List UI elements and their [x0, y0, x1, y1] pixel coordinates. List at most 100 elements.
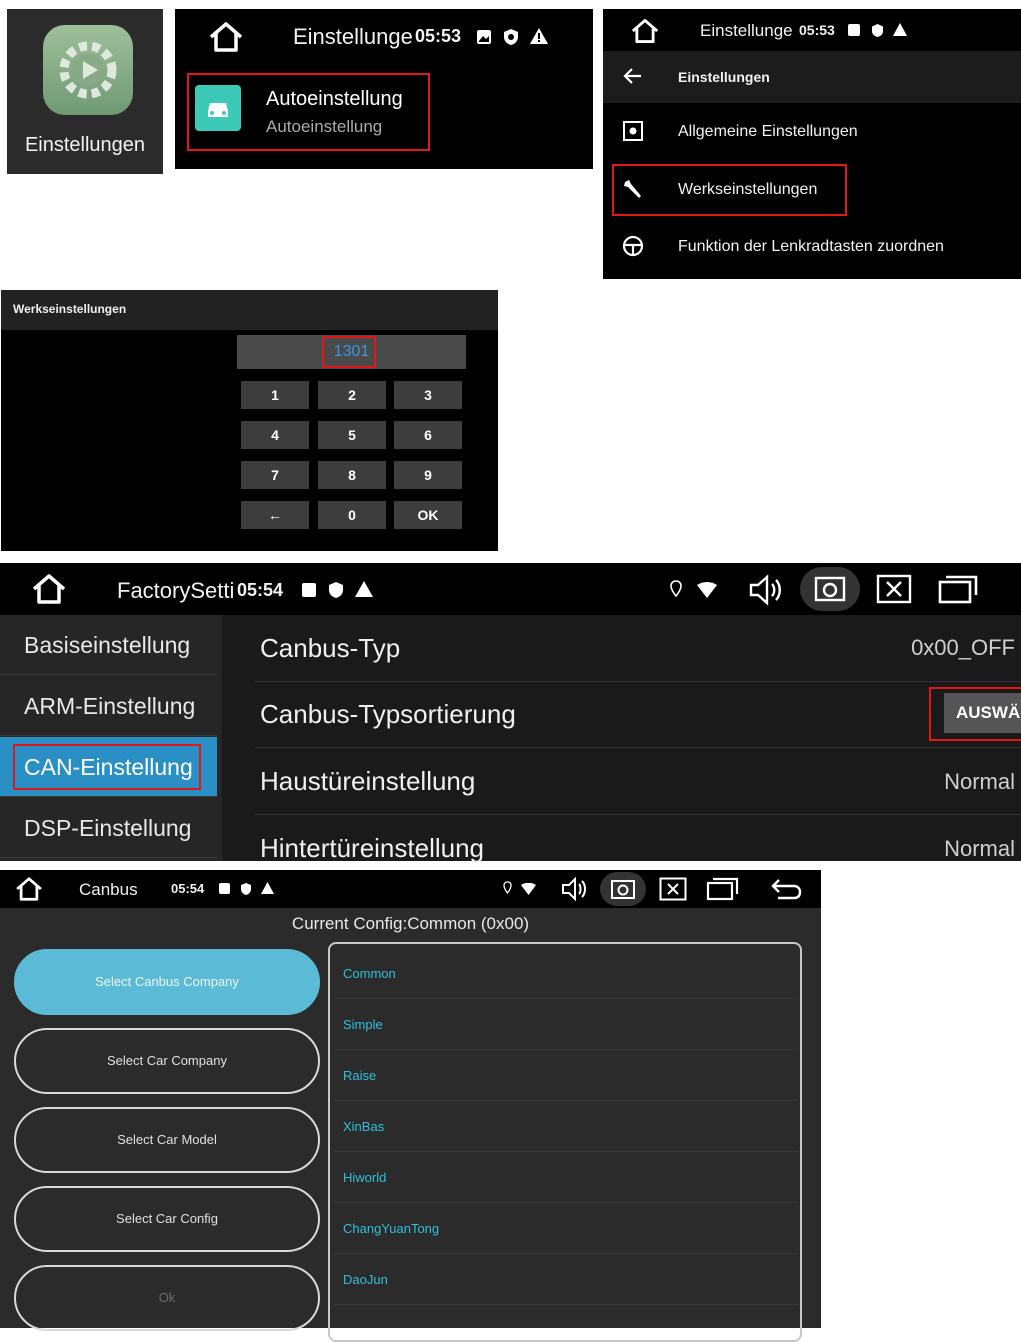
key-4[interactable]: 4 — [241, 421, 309, 449]
key-backspace[interactable]: ← — [241, 501, 309, 529]
keypad-header: Werkseinstellungen — [1, 290, 498, 330]
volume-icon[interactable] — [561, 876, 589, 902]
settings-screen-2: Einstellunge 05:53 Einstellungen Allgeme… — [603, 9, 1021, 279]
location-icon — [503, 881, 512, 895]
status-bar: Canbus 05:54 — [0, 870, 821, 908]
row-haustuer-label[interactable]: Haustüreinstellung — [260, 766, 475, 797]
keypad-header-title: Werkseinstellungen — [13, 302, 127, 316]
close-app-icon[interactable] — [876, 574, 912, 604]
list-item[interactable]: Raise — [343, 1068, 376, 1083]
row-canbus-typ-value: 0x00_OFF — [911, 635, 1015, 660]
back-row[interactable]: Einstellungen — [603, 51, 1021, 103]
wifi-icon — [521, 883, 536, 895]
divider — [255, 747, 1021, 748]
key-3[interactable]: 3 — [394, 381, 462, 409]
app-label: Einstellungen — [24, 134, 146, 156]
key-0[interactable]: 0 — [318, 501, 386, 529]
warning-icon — [530, 28, 548, 44]
divider — [334, 998, 798, 999]
wrench-icon — [621, 177, 645, 201]
image-icon — [219, 883, 230, 894]
factory-sidebar: Basiseinstellung ARM-Einstellung CAN-Ein… — [0, 615, 222, 861]
sidebar-item-arm[interactable]: ARM-Einstellung — [0, 676, 217, 736]
settings-app-tile[interactable]: Einstellungen — [7, 9, 163, 174]
image-icon — [848, 24, 860, 36]
list-item[interactable]: Common — [343, 966, 396, 981]
key-8[interactable]: 8 — [318, 461, 386, 489]
back-arrow-icon[interactable] — [623, 67, 643, 85]
autoeinstellung-subtitle: Autoeinstellung — [266, 117, 383, 136]
row-hintertuer-value: Normal — [944, 836, 1015, 861]
home-icon[interactable] — [207, 21, 245, 53]
highlight-auswaehlen — [929, 687, 1021, 741]
select-canbus-company-button[interactable]: Select Canbus Company — [14, 949, 320, 1015]
list-item[interactable]: DaoJun — [343, 1272, 388, 1287]
divider — [334, 1049, 798, 1050]
key-6[interactable]: 6 — [394, 421, 462, 449]
divider — [334, 1253, 798, 1254]
home-icon[interactable] — [30, 573, 68, 605]
home-icon[interactable] — [14, 876, 44, 902]
ok-button[interactable]: Ok — [14, 1265, 320, 1331]
settings-screen-1: Einstellunge 05:53 Autoeinstellung Autoe… — [175, 9, 593, 169]
settings-icon — [623, 121, 643, 141]
screenshot-icon[interactable] — [800, 567, 860, 611]
menu-item-lenkradtasten[interactable]: Funktion der Lenkradtasten zuordnen — [678, 238, 944, 256]
shield-icon — [328, 581, 344, 599]
warning-icon — [893, 23, 907, 36]
list-item[interactable]: Hiworld — [343, 1170, 386, 1185]
steering-wheel-icon — [622, 235, 644, 257]
autoeinstellung-title[interactable]: Autoeinstellung — [266, 88, 403, 111]
divider — [255, 814, 1021, 815]
select-car-model-button[interactable]: Select Car Model — [14, 1107, 320, 1173]
key-1[interactable]: 1 — [241, 381, 309, 409]
home-icon[interactable] — [629, 18, 661, 44]
recent-apps-icon[interactable] — [938, 573, 980, 605]
divider — [334, 1202, 798, 1203]
row-typsortierung-label[interactable]: Canbus-Typsortierung — [260, 699, 516, 730]
image-icon — [302, 583, 316, 597]
warning-icon — [355, 581, 373, 597]
current-config: Current Config:Common (0x00) — [291, 914, 530, 933]
menu-item-werkseinstellungen[interactable]: Werkseinstellungen — [678, 181, 817, 199]
volume-icon[interactable] — [748, 573, 786, 607]
screenshot-icon[interactable] — [600, 872, 646, 906]
row-canbus-typ-label[interactable]: Canbus-Typ — [260, 633, 400, 664]
status-time: 05:54 — [171, 881, 205, 896]
select-car-config-button[interactable]: Select Car Config — [14, 1186, 320, 1252]
key-9[interactable]: 9 — [394, 461, 462, 489]
canbus-company-list: Common Simple Raise XinBas Hiworld Chang… — [328, 942, 802, 1342]
status-time: 05:53 — [415, 26, 462, 46]
status-bar: FactorySetti 05:54 — [0, 563, 1021, 615]
key-ok[interactable]: OK — [394, 501, 462, 529]
row-haustuer-value: Normal — [944, 769, 1015, 794]
key-7[interactable]: 7 — [241, 461, 309, 489]
car-icon[interactable] — [195, 85, 241, 131]
key-2[interactable]: 2 — [318, 381, 386, 409]
row-hintertuer-label[interactable]: Hintertüreinstellung — [260, 833, 484, 864]
divider — [255, 681, 1021, 682]
status-time: 05:53 — [799, 22, 835, 38]
canbus-screen: Canbus 05:54 Current Config:Common (0x00… — [0, 870, 821, 1342]
status-title: FactorySetti — [117, 578, 235, 603]
password-keypad-screen: Werkseinstellungen 1301 1 2 3 4 5 6 7 8 … — [1, 290, 498, 551]
sidebar-item-basis[interactable]: Basiseinstellung — [0, 615, 217, 675]
status-time: 05:54 — [237, 580, 284, 600]
list-item[interactable]: XinBas — [343, 1119, 384, 1134]
close-app-icon[interactable] — [659, 877, 687, 901]
list-item[interactable]: ChangYuanTong — [343, 1221, 439, 1236]
recent-apps-icon[interactable] — [706, 876, 740, 902]
status-title: Einstellunge — [293, 24, 413, 49]
highlight-can-einstellung — [13, 744, 201, 790]
back-icon[interactable] — [770, 877, 802, 901]
select-car-company-button[interactable]: Select Car Company — [14, 1028, 320, 1094]
status-title: Canbus — [79, 880, 138, 899]
shield-icon — [503, 28, 519, 46]
wifi-icon — [697, 582, 717, 598]
highlight-password — [322, 336, 376, 368]
menu-item-allgemeine[interactable]: Allgemeine Einstellungen — [678, 123, 858, 141]
image-icon — [477, 30, 491, 44]
sidebar-item-dsp[interactable]: DSP-Einstellung — [0, 798, 217, 858]
list-item[interactable]: Simple — [343, 1017, 383, 1032]
key-5[interactable]: 5 — [318, 421, 386, 449]
